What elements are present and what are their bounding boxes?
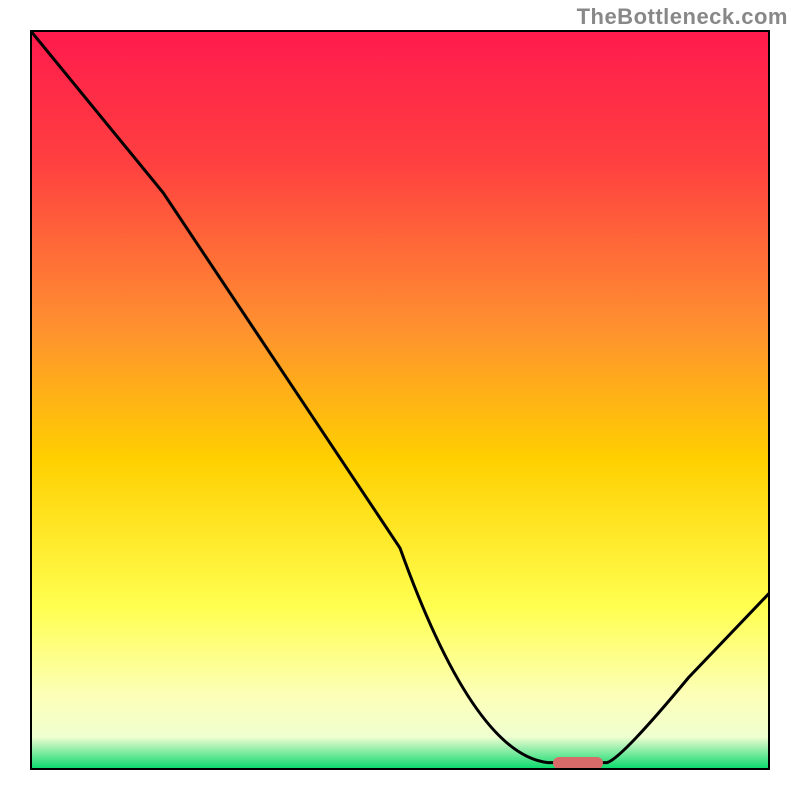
chart-area	[30, 30, 770, 770]
watermark-text: TheBottleneck.com	[577, 4, 788, 30]
bottleneck-curve	[30, 30, 770, 770]
optimal-range-marker	[553, 757, 603, 769]
